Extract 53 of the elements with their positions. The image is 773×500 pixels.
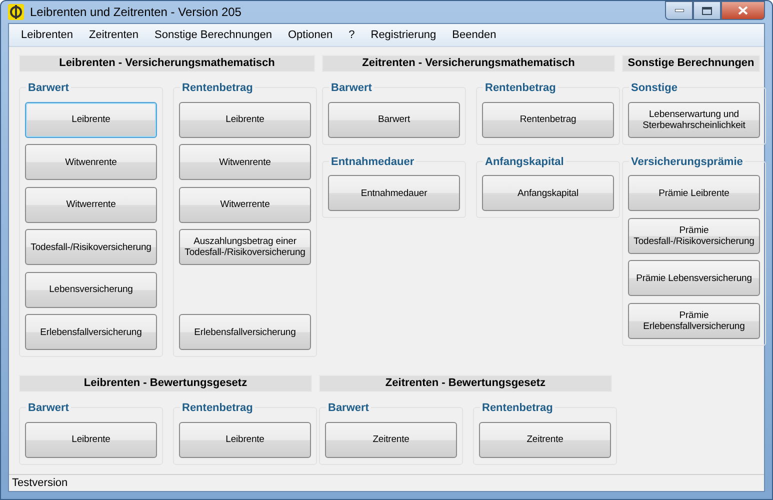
menu-item[interactable]: Sonstige Berechnungen bbox=[146, 29, 280, 41]
calculation-button[interactable]: Rentenbetrag bbox=[482, 102, 614, 138]
calculation-button[interactable]: Erlebensfallversicherung bbox=[179, 314, 311, 350]
section-header: Zeitrenten - Bewertungsgesetz bbox=[319, 375, 612, 392]
calculation-button[interactable]: Auszahlungsbetrag einer Todesfall-/Risikoversicherung bbox=[179, 229, 311, 265]
group-title: Entnahmedauer bbox=[329, 154, 416, 168]
close-icon bbox=[738, 6, 748, 15]
calculation-button[interactable]: Leibrente bbox=[25, 422, 157, 458]
calculation-button[interactable]: Witwerrente bbox=[25, 186, 157, 222]
calculation-button[interactable]: Lebensversicherung bbox=[25, 272, 157, 308]
minimize-button[interactable] bbox=[665, 1, 693, 20]
group-title: Rentenbetrag bbox=[480, 401, 555, 415]
group-title: Rentenbetrag bbox=[180, 401, 255, 415]
maximize-button[interactable] bbox=[693, 1, 721, 20]
calculation-button[interactable]: Todesfall-/Risikoversicherung bbox=[25, 229, 157, 265]
menu-item[interactable]: Leibrenten bbox=[13, 29, 81, 41]
calculation-button[interactable]: Anfangskapital bbox=[482, 175, 614, 211]
calculation-button[interactable]: Barwert bbox=[328, 102, 460, 138]
group-title: Rentenbetrag bbox=[180, 81, 255, 95]
menu-item[interactable]: Registrierung bbox=[362, 29, 444, 41]
calculation-button[interactable]: Leibrente bbox=[25, 102, 157, 138]
minimize-icon bbox=[674, 9, 684, 12]
calculation-button[interactable]: Prämie Erlebensfallversicherung bbox=[628, 302, 760, 338]
menu-item[interactable]: Optionen bbox=[280, 29, 341, 41]
status-text: Testversion bbox=[9, 474, 764, 491]
window-title: Leibrenten und Zeitrenten - Version 205 bbox=[30, 5, 242, 19]
group-title: Sonstige bbox=[629, 81, 680, 95]
section-header: Zeitrenten - Versicherungsmathematisch bbox=[322, 55, 615, 72]
app-icon bbox=[8, 4, 24, 20]
section-header: Sonstige Berechnungen bbox=[622, 55, 760, 72]
calculation-button[interactable]: Witwenrente bbox=[25, 144, 157, 180]
calculation-button[interactable]: Leibrente bbox=[179, 102, 311, 138]
group-title: Versicherungsprämie bbox=[629, 154, 745, 168]
calculation-button[interactable]: Prämie Leibrente bbox=[628, 175, 760, 211]
calculation-button[interactable]: Lebenserwartung und Sterbewahrscheinlichkeit bbox=[628, 102, 760, 138]
calculation-button[interactable]: Witwerrente bbox=[179, 186, 311, 222]
group-title: Rentenbetrag bbox=[483, 81, 558, 95]
close-button[interactable] bbox=[721, 1, 765, 20]
section-header: Leibrenten - Bewertungsgesetz bbox=[19, 375, 312, 392]
calculation-button[interactable]: Leibrente bbox=[179, 422, 311, 458]
menu-item[interactable]: Zeitrenten bbox=[81, 29, 147, 41]
section-header: Leibrenten - Versicherungsmathematisch bbox=[19, 55, 315, 72]
calculation-button[interactable]: Erlebensfallversicherung bbox=[25, 314, 157, 350]
calculation-button[interactable]: Zeitrente bbox=[479, 422, 611, 458]
maximize-icon bbox=[702, 6, 712, 14]
menu-item[interactable]: Beenden bbox=[444, 29, 504, 41]
calculation-button[interactable]: Entnahmedauer bbox=[328, 175, 460, 211]
menu-item[interactable]: ? bbox=[340, 29, 363, 41]
calculation-button[interactable]: Prämie Todesfall-/Risikoversicherung bbox=[628, 218, 760, 254]
group-title: Anfangskapital bbox=[483, 154, 566, 168]
calculation-button[interactable]: Witwenrente bbox=[179, 144, 311, 180]
calculation-button[interactable]: Prämie Lebensversicherung bbox=[628, 260, 760, 296]
calculation-button[interactable]: Zeitrente bbox=[325, 422, 457, 458]
